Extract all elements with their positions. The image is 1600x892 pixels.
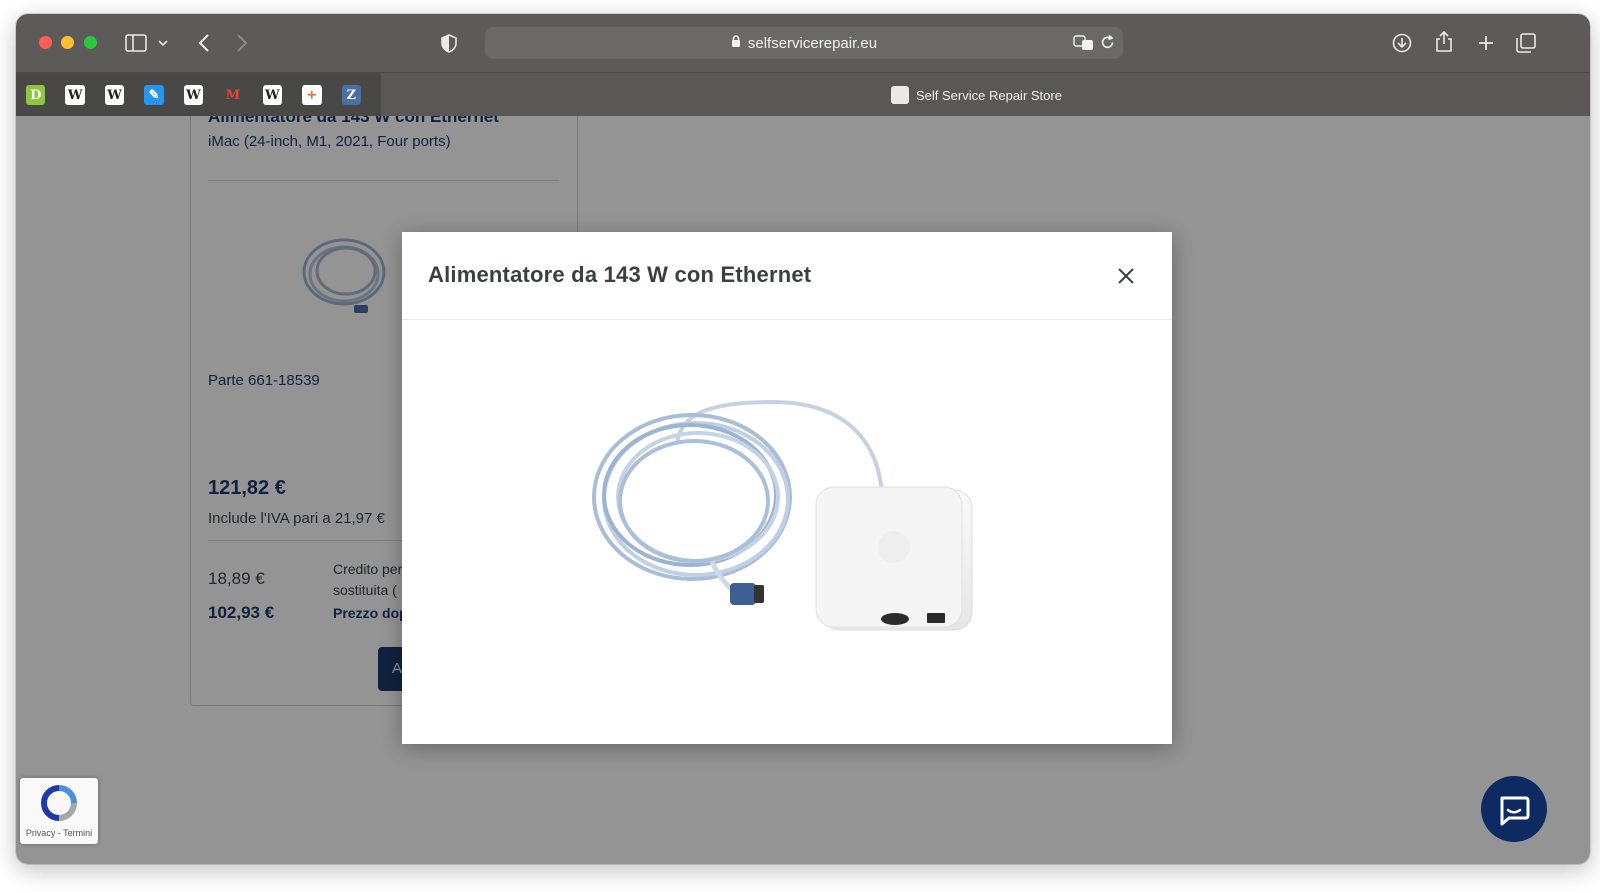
download-icon[interactable] (1390, 31, 1414, 55)
product-image (592, 399, 973, 631)
address-bar[interactable]: selfservicerepair.eu (485, 27, 1123, 59)
pen-favicon[interactable]: ✎ (144, 85, 164, 105)
recaptcha-badge[interactable]: Privacy - Termini (20, 778, 98, 844)
d-favicon[interactable]: D (26, 85, 46, 105)
chat-bubble-icon (1500, 796, 1530, 826)
wikipedia-icon[interactable]: W (262, 85, 283, 105)
share-icon[interactable] (1432, 29, 1456, 55)
translate-icon[interactable] (1073, 35, 1095, 55)
privacy-shield-icon[interactable] (438, 31, 460, 55)
zoom-window-button[interactable] (84, 36, 97, 49)
plus-favicon[interactable]: + (302, 85, 322, 105)
chevron-down-icon[interactable] (156, 36, 170, 50)
tab-title: Self Service Repair Store (916, 87, 1062, 103)
url-text: selfservicerepair.eu (747, 34, 878, 52)
new-tab-icon[interactable] (1474, 31, 1498, 55)
wikipedia-icon[interactable]: W (183, 85, 204, 105)
browser-window: selfservicerepair.eu D W W ✎ W M W + Z Self Serv… (16, 14, 1590, 864)
store-favicon-icon (891, 86, 909, 104)
image-modal: Alimentatore da 143 W con Ethernet (402, 232, 1172, 744)
wikipedia-icon[interactable]: W (65, 85, 85, 105)
tab-overview-icon[interactable] (1514, 31, 1538, 55)
close-icon[interactable] (1115, 265, 1137, 287)
close-window-button[interactable] (39, 36, 52, 49)
gmail-icon[interactable]: M (223, 85, 243, 105)
browser-toolbar: selfservicerepair.eu (16, 14, 1590, 72)
recaptcha-icon (40, 785, 77, 821)
modal-title: Alimentatore da 143 W con Ethernet (428, 262, 812, 287)
lock-icon (731, 34, 741, 52)
reload-icon[interactable] (1100, 34, 1115, 54)
recaptcha-links[interactable]: Privacy - Termini (20, 828, 98, 838)
back-icon[interactable] (194, 31, 214, 55)
active-tab[interactable]: Self Service Repair Store (891, 85, 1062, 105)
minimize-window-button[interactable] (61, 36, 74, 49)
modal-header: Alimentatore da 143 W con Ethernet (402, 232, 1172, 320)
wikipedia-icon[interactable]: W (104, 85, 125, 105)
sidebar-icon[interactable] (124, 32, 148, 54)
z-favicon[interactable]: Z (341, 85, 361, 105)
page-content: Alimentatore da 143 W con Ethernet iMac … (16, 116, 1590, 864)
favorites-bar: D W W ✎ W M W + Z (16, 73, 381, 117)
chat-button[interactable] (1481, 776, 1547, 842)
forward-icon[interactable] (232, 31, 252, 55)
tab-bar: D W W ✎ W M W + Z Self Service Repair Store (16, 72, 1590, 117)
